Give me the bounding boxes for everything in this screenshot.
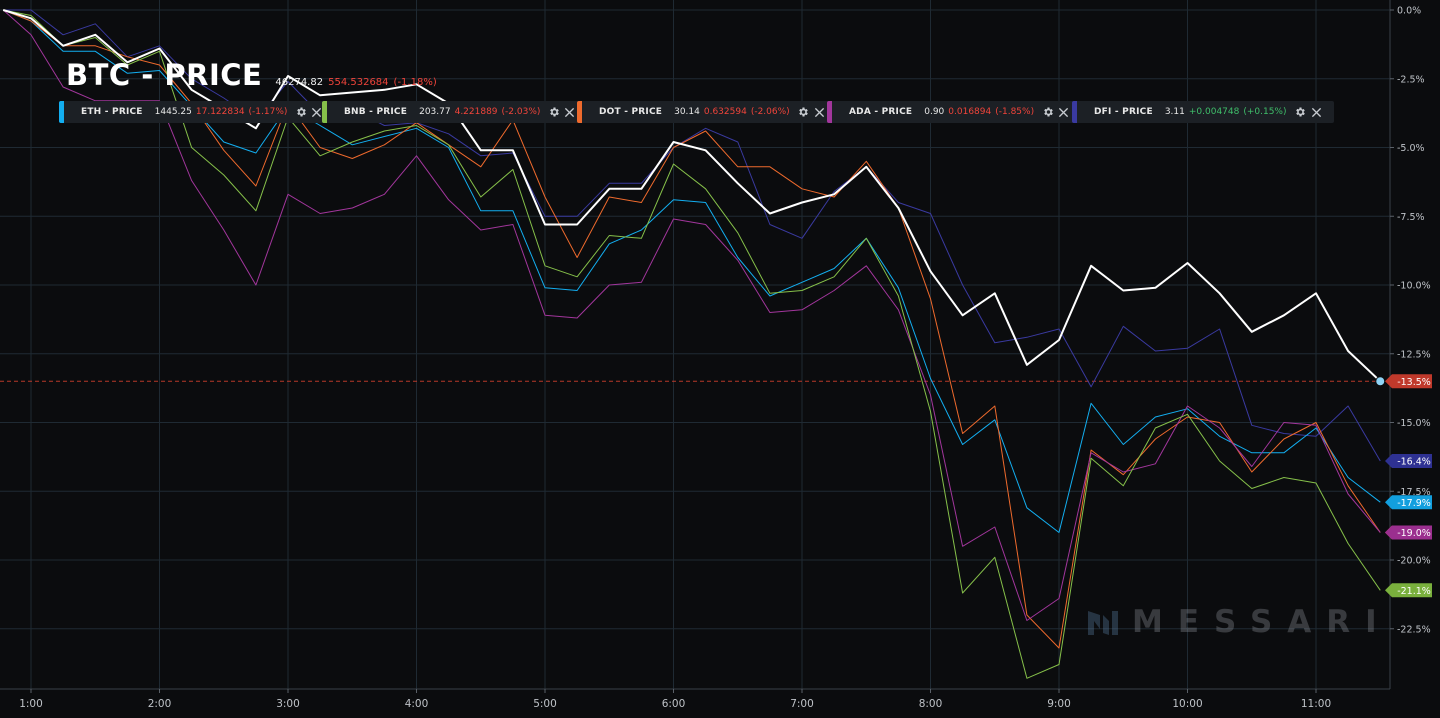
series-end-label-eth: -17.9% bbox=[1385, 495, 1432, 510]
legend-series-percent: (-1.85%) bbox=[995, 107, 1035, 117]
legend-series-name: ADA - PRICE bbox=[849, 107, 913, 117]
series-end-label-ada: -19.0% bbox=[1385, 525, 1432, 540]
legend-series-percent: (-1.17%) bbox=[248, 107, 288, 117]
watermark-text: MESSARI bbox=[1132, 604, 1392, 640]
y-tick-label: -10.0% bbox=[1397, 281, 1431, 292]
y-tick-label: -12.5% bbox=[1397, 349, 1431, 360]
close-icon[interactable] bbox=[1310, 106, 1323, 119]
legend-series-name: DOT - PRICE bbox=[599, 107, 663, 117]
x-tick-label: 9:00 bbox=[1047, 698, 1071, 710]
y-tick-label: -7.5% bbox=[1397, 212, 1425, 223]
main-legend-change: 554.532684 bbox=[328, 77, 389, 88]
legend-series-name: BNB - PRICE bbox=[344, 107, 408, 117]
x-tick-label: 5:00 bbox=[533, 698, 557, 710]
legend-chip-bnb[interactable]: BNB - PRICE 203.77 4.221889 (-2.03%) bbox=[322, 101, 588, 123]
main-legend: BTC - PRICE 46274.82 554.532684 (-1.18%) bbox=[66, 58, 437, 92]
legend-series-percent: (-2.06%) bbox=[750, 107, 790, 117]
gear-icon[interactable] bbox=[294, 106, 307, 119]
legend-series-change: 17.122834 bbox=[195, 107, 245, 117]
x-tick-label: 11:00 bbox=[1301, 698, 1331, 710]
main-legend-value: 46274.82 bbox=[275, 77, 324, 88]
legend-series-value: 1445.25 bbox=[154, 107, 192, 117]
legend-series-percent: (+0.15%) bbox=[1243, 107, 1287, 117]
legend-series-value: 0.90 bbox=[924, 107, 945, 117]
series-end-label-text: -16.4% bbox=[1397, 457, 1431, 468]
close-icon[interactable] bbox=[1057, 106, 1070, 119]
y-tick-label: -20.0% bbox=[1397, 556, 1431, 567]
gear-icon[interactable] bbox=[1041, 106, 1054, 119]
legend-series-percent: (-2.03%) bbox=[501, 107, 541, 117]
x-tick-label: 8:00 bbox=[919, 698, 943, 710]
watermark: MESSARI bbox=[1086, 604, 1392, 640]
x-tick-label: 7:00 bbox=[790, 698, 814, 710]
y-tick-label: -2.5% bbox=[1397, 74, 1425, 85]
legend-series-name: ETH - PRICE bbox=[81, 107, 143, 117]
gear-icon[interactable] bbox=[547, 106, 560, 119]
series-end-label-text: -13.5% bbox=[1397, 377, 1431, 388]
legend-series-change: 4.221889 bbox=[454, 107, 498, 117]
main-legend-percent: (-1.18%) bbox=[393, 77, 437, 88]
gear-icon[interactable] bbox=[1294, 106, 1307, 119]
y-tick-label: -15.0% bbox=[1397, 418, 1431, 429]
legend-series-name: DFI - PRICE bbox=[1094, 107, 1153, 117]
close-icon[interactable] bbox=[813, 106, 826, 119]
close-icon[interactable] bbox=[563, 106, 576, 119]
legend-color-swatch bbox=[577, 101, 582, 123]
messari-logo-icon bbox=[1088, 611, 1118, 635]
legend-chip-eth[interactable]: ETH - PRICE 1445.25 17.122834 (-1.17%) bbox=[59, 101, 335, 123]
series-end-label-dfi: -16.4% bbox=[1385, 454, 1432, 468]
y-tick-label: -5.0% bbox=[1397, 143, 1425, 154]
legend-color-swatch bbox=[322, 101, 327, 123]
legend-color-swatch bbox=[1072, 101, 1077, 123]
x-tick-label: 4:00 bbox=[405, 698, 429, 710]
gear-icon[interactable] bbox=[797, 106, 810, 119]
legend-series-value: 203.77 bbox=[419, 107, 451, 117]
series-end-marker-btc bbox=[1375, 376, 1386, 387]
series-end-label-text: -19.0% bbox=[1397, 528, 1431, 539]
legend-series-value: 30.14 bbox=[674, 107, 700, 117]
main-legend-title: BTC - PRICE bbox=[66, 58, 263, 92]
y-tick-label: 0.0% bbox=[1397, 6, 1421, 17]
legend-color-swatch bbox=[59, 101, 64, 123]
legend-chip-dfi[interactable]: DFI - PRICE 3.11 +0.004748 (+0.15%) bbox=[1072, 101, 1334, 123]
x-tick-label: 10:00 bbox=[1172, 698, 1202, 710]
legend-chip-ada[interactable]: ADA - PRICE 0.90 0.016894 (-1.85%) bbox=[827, 101, 1082, 123]
x-tick-label: 3:00 bbox=[276, 698, 300, 710]
series-end-label-bnb: -21.1% bbox=[1385, 583, 1432, 598]
series-end-label-text: -17.9% bbox=[1397, 498, 1431, 509]
x-tick-label: 6:00 bbox=[662, 698, 686, 710]
legend-color-swatch bbox=[827, 101, 832, 123]
x-tick-label: 1:00 bbox=[19, 698, 43, 710]
legend-series-change: 0.016894 bbox=[948, 107, 992, 117]
legend-series-value: 3.11 bbox=[1164, 107, 1185, 117]
series-end-label-btc: -13.5% bbox=[1385, 374, 1432, 389]
legend-series-change: 0.632594 bbox=[703, 107, 747, 117]
y-tick-label: -22.5% bbox=[1397, 624, 1431, 635]
legend-series-change: +0.004748 bbox=[1188, 107, 1240, 117]
x-tick-label: 2:00 bbox=[148, 698, 172, 710]
series-end-label-text: -21.1% bbox=[1397, 586, 1431, 597]
legend-chip-dot[interactable]: DOT - PRICE 30.14 0.632594 (-2.06%) bbox=[577, 101, 837, 123]
